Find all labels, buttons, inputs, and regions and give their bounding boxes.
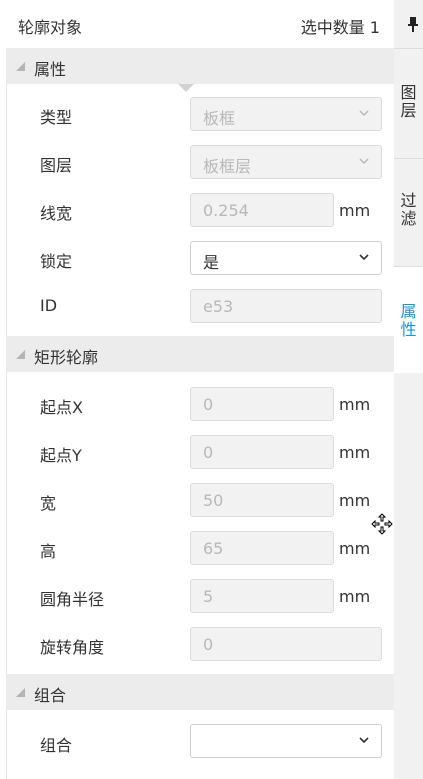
section-properties[interactable]: 属性: [6, 48, 394, 84]
move-cursor-icon: [371, 513, 393, 535]
start-x-unit: mm: [339, 395, 371, 414]
start-y-unit: mm: [339, 443, 371, 462]
section-rect-outline[interactable]: 矩形轮廓: [6, 336, 394, 372]
tab-layers[interactable]: 图 层: [394, 84, 423, 120]
line-width-unit: mm: [339, 201, 371, 220]
layer-label: 图层: [40, 156, 73, 175]
selected-count: 选中数量 1: [300, 18, 380, 37]
corner-radius-unit: mm: [339, 587, 371, 606]
group-label: 组合: [40, 736, 73, 755]
corner-radius-input[interactable]: 5: [190, 579, 334, 613]
section-rect-outline-label: 矩形轮廓: [34, 348, 99, 367]
line-width-label: 线宽: [40, 204, 73, 223]
rotation-label: 旋转角度: [40, 638, 105, 657]
width-value: 50: [203, 491, 224, 510]
tab-separator: [394, 158, 423, 159]
tab-separator: [394, 48, 423, 49]
corner-radius-label: 圆角半径: [40, 590, 105, 609]
start-y-input[interactable]: 0: [190, 435, 334, 469]
dropdown-pointer-icon: [178, 84, 194, 92]
type-select[interactable]: 板框: [190, 97, 382, 131]
collapse-triangle-icon: [16, 688, 25, 697]
start-x-label: 起点X: [40, 398, 83, 417]
start-x-input[interactable]: 0: [190, 387, 334, 421]
section-group-label: 组合: [34, 686, 67, 705]
chevron-down-icon: [359, 737, 369, 744]
rotation-input[interactable]: 0: [190, 627, 382, 661]
start-x-value: 0: [203, 395, 214, 414]
id-label: ID: [40, 296, 58, 315]
corner-radius-value: 5: [203, 587, 214, 606]
tab-properties-char-1: 属: [400, 302, 417, 321]
properties-panel: 轮廓对象 选中数量 1 属性 类型 板框 图层 板框层 线宽 0.254 mm …: [0, 0, 394, 779]
layer-select[interactable]: 板框层: [190, 145, 382, 179]
group-select[interactable]: [190, 724, 382, 758]
rotation-value: 0: [203, 635, 214, 654]
tab-filter-char-1: 过: [400, 191, 417, 210]
layer-value: 板框层: [203, 157, 252, 176]
chevron-down-icon: [359, 110, 369, 117]
tab-properties-char-2: 性: [400, 320, 417, 339]
collapse-triangle-icon: [16, 350, 25, 359]
tab-filter-char-2: 滤: [400, 209, 417, 228]
type-label: 类型: [40, 108, 73, 127]
id-input[interactable]: e53: [190, 289, 382, 323]
panel-title: 轮廓对象: [18, 18, 83, 37]
tab-properties[interactable]: 属 性: [394, 267, 423, 373]
panel-left-border: [6, 0, 7, 779]
width-input[interactable]: 50: [190, 483, 334, 517]
panel-header: 轮廓对象 选中数量 1: [0, 0, 394, 48]
height-unit: mm: [339, 539, 371, 558]
collapse-triangle-icon: [16, 62, 25, 71]
pin-icon: [408, 17, 418, 32]
pin-button[interactable]: [394, 0, 423, 48]
id-value: e53: [203, 297, 234, 316]
chevron-down-icon: [359, 254, 369, 261]
height-label: 高: [40, 542, 57, 561]
locked-value: 是: [203, 253, 220, 272]
width-label: 宽: [40, 494, 57, 513]
tab-filter[interactable]: 过 滤: [394, 192, 423, 228]
start-y-label: 起点Y: [40, 446, 82, 465]
locked-label: 锁定: [40, 252, 73, 271]
section-group[interactable]: 组合: [6, 674, 394, 710]
width-unit: mm: [339, 491, 371, 510]
tab-layers-char-1: 图: [400, 83, 417, 102]
chevron-down-icon: [359, 158, 369, 165]
type-value: 板框: [203, 109, 236, 128]
side-tab-rail: 图 层 过 滤 属 性: [394, 0, 423, 779]
line-width-input[interactable]: 0.254: [190, 193, 334, 227]
start-y-value: 0: [203, 443, 214, 462]
height-value: 65: [203, 539, 224, 558]
locked-select[interactable]: 是: [190, 241, 382, 275]
height-input[interactable]: 65: [190, 531, 334, 565]
tab-layers-char-2: 层: [400, 101, 417, 120]
section-properties-label: 属性: [34, 60, 67, 79]
line-width-value: 0.254: [203, 201, 249, 220]
